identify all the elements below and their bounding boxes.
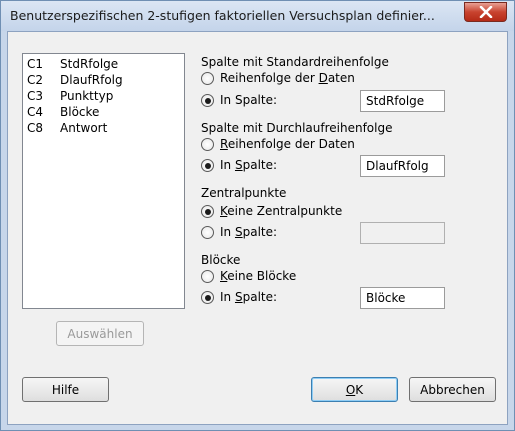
- run-order-group-label: Spalte mit Durchlaufreihenfolge: [201, 121, 393, 135]
- radio-label: Keine Blöcke: [220, 269, 297, 283]
- column-id: C2: [27, 73, 44, 87]
- radio-label: Keine Zentralpunkte: [220, 204, 343, 218]
- radio-indicator: [201, 138, 214, 151]
- blocks-group-label: Blöcke: [201, 253, 241, 267]
- column-name: DlaufRfolg: [60, 73, 123, 87]
- std-order-column-input[interactable]: StdRfolge: [360, 90, 445, 112]
- radio-label: In Spalte:: [220, 225, 278, 239]
- radio-indicator: [201, 226, 214, 239]
- ok-button[interactable]: OK: [311, 377, 398, 402]
- select-button[interactable]: Auswählen: [56, 321, 144, 346]
- dialog-client-area: C1 StdRfolge C2 DlaufRfolg C3 Punkttyp C…: [7, 31, 508, 425]
- column-id: C8: [27, 121, 44, 135]
- radio-label: Reihenfolge der Daten: [220, 71, 355, 85]
- radio-label: Reihenfolge der Daten: [220, 137, 355, 151]
- radio-label: In Spalte:: [220, 290, 278, 304]
- radio-label: In Spalte:: [220, 93, 278, 107]
- radio-indicator: [201, 205, 214, 218]
- center-points-group-label: Zentralpunkte: [201, 186, 287, 200]
- close-icon: [479, 6, 492, 18]
- radio-indicator: [201, 291, 214, 304]
- radio-indicator: [201, 270, 214, 283]
- column-listbox[interactable]: C1 StdRfolge C2 DlaufRfolg C3 Punkttyp C…: [22, 53, 185, 309]
- help-button[interactable]: Hilfe: [22, 377, 109, 402]
- title-bar[interactable]: Benutzerspezifischen 2-stufigen faktorie…: [1, 1, 514, 31]
- close-button[interactable]: [464, 2, 507, 22]
- cancel-button[interactable]: Abbrechen: [409, 377, 496, 402]
- column-name: StdRfolge: [60, 57, 119, 71]
- column-id: C4: [27, 105, 44, 119]
- blocks-column-input[interactable]: Blöcke: [360, 287, 445, 309]
- center-points-column-input[interactable]: [360, 222, 445, 244]
- column-id: C3: [27, 89, 44, 103]
- radio-indicator: [201, 72, 214, 85]
- column-name: Blöcke: [60, 105, 100, 119]
- window-title: Benutzerspezifischen 2-stufigen faktorie…: [10, 8, 435, 23]
- column-name: Antwort: [60, 121, 108, 135]
- column-name: Punkttyp: [60, 89, 114, 103]
- radio-indicator: [201, 94, 214, 107]
- column-id: C1: [27, 57, 44, 71]
- dialog-window: Benutzerspezifischen 2-stufigen faktorie…: [0, 0, 515, 431]
- std-order-group-label: Spalte mit Standardreihenfolge: [201, 55, 389, 69]
- run-order-column-input[interactable]: DlaufRfolg: [360, 155, 445, 177]
- radio-label: In Spalte:: [220, 158, 278, 172]
- radio-indicator: [201, 159, 214, 172]
